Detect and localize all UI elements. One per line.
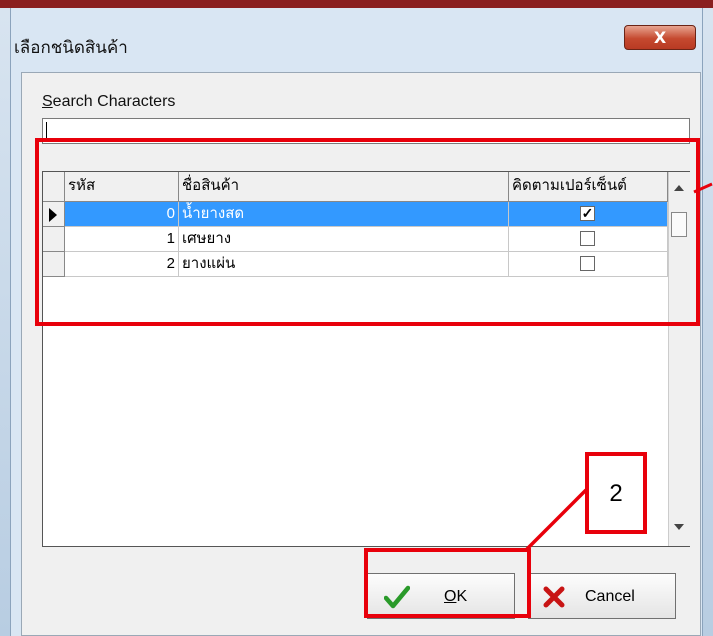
cancel-button[interactable]: Cancel <box>528 573 676 619</box>
highlight-box-grid <box>35 138 700 326</box>
annotation-callout-2: 2 <box>585 452 647 534</box>
close-icon: X <box>653 28 667 47</box>
window-title: เลือกชนิดสินค้า <box>14 38 128 57</box>
search-label: Search Characters <box>42 93 175 111</box>
cancel-x-icon <box>543 586 565 608</box>
window-frame-left <box>0 8 11 636</box>
annotation-pointer-line-2 <box>524 488 588 552</box>
window-frame-right <box>702 8 713 636</box>
search-label-text: earch Characters <box>52 93 176 110</box>
annotation-pointer-line-1 <box>693 182 713 194</box>
highlight-box-ok <box>364 548 531 618</box>
cancel-label: Cancel <box>585 588 635 605</box>
scroll-down-icon[interactable] <box>674 524 684 530</box>
search-label-mnemonic: S <box>42 93 53 110</box>
close-button[interactable]: X <box>624 25 696 50</box>
